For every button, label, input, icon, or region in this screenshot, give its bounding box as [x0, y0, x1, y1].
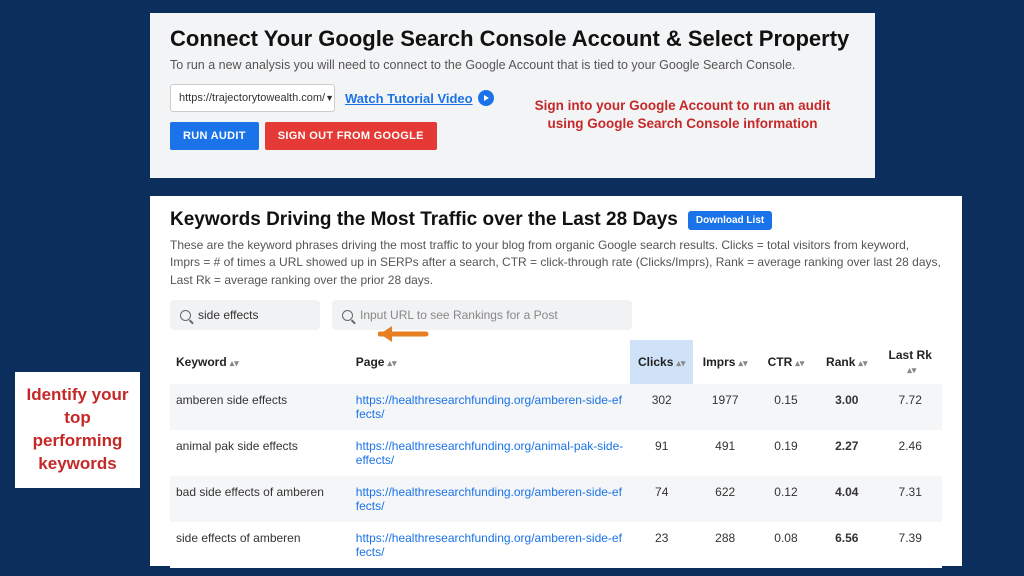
col-keyword[interactable]: Keyword▴▾ — [170, 340, 350, 384]
cell-keyword: bad side effects of amberen — [170, 476, 350, 522]
cell-lastrk: 7.39 — [878, 522, 942, 568]
sort-icon: ▴▾ — [676, 361, 685, 366]
download-list-button[interactable]: Download List — [688, 211, 772, 230]
url-search-placeholder: Input URL to see Rankings for a Post — [360, 308, 558, 322]
cell-imprs: 622 — [693, 476, 756, 522]
sort-icon: ▴▾ — [858, 361, 867, 366]
sort-icon: ▴▾ — [387, 361, 396, 366]
cell-keyword: animal pak side effects — [170, 430, 350, 476]
keywords-panel: Keywords Driving the Most Traffic over t… — [150, 196, 962, 566]
page-link[interactable]: https://healthresearchfunding.org/ambere… — [356, 485, 622, 513]
signin-note: Sign into your Google Account to run an … — [520, 97, 845, 133]
cell-imprs: 288 — [693, 522, 756, 568]
cell-ctr: 0.19 — [757, 430, 815, 476]
search-icon — [180, 310, 191, 321]
play-icon — [478, 90, 494, 106]
cell-clicks: 23 — [630, 522, 693, 568]
property-value: https://trajectorytowealth.com/ — [179, 92, 325, 104]
cell-page: https://healthresearchfunding.org/ambere… — [350, 476, 630, 522]
cell-keyword: amberen side effects — [170, 384, 350, 430]
caret-down-icon: ▼ — [325, 93, 334, 103]
page-link[interactable]: https://healthresearchfunding.org/ambere… — [356, 393, 622, 421]
page-link[interactable]: https://healthresearchfunding.org/animal… — [356, 439, 623, 467]
keywords-table: Keyword▴▾ Page▴▾ Clicks▴▾ Imprs▴▾ CTR▴▾ … — [170, 340, 942, 568]
sort-icon: ▴▾ — [230, 361, 239, 366]
property-select[interactable]: https://trajectorytowealth.com/ ▼ — [170, 84, 335, 112]
cell-lastrk: 7.72 — [878, 384, 942, 430]
cell-ctr: 0.15 — [757, 384, 815, 430]
cell-clicks: 302 — [630, 384, 693, 430]
table-row: animal pak side effects https://healthre… — [170, 430, 942, 476]
sort-icon: ▴▾ — [907, 368, 916, 373]
col-clicks[interactable]: Clicks▴▾ — [630, 340, 693, 384]
search-row: side effects Input URL to see Rankings f… — [170, 300, 942, 330]
cell-rank: 6.56 — [815, 522, 878, 568]
cell-keyword: side effects of amberen — [170, 522, 350, 568]
cell-rank: 2.27 — [815, 430, 878, 476]
cell-rank: 4.04 — [815, 476, 878, 522]
sort-icon: ▴▾ — [795, 361, 804, 366]
cell-clicks: 91 — [630, 430, 693, 476]
cell-page: https://healthresearchfunding.org/animal… — [350, 430, 630, 476]
table-row: amberen side effects https://healthresea… — [170, 384, 942, 430]
cell-lastrk: 2.46 — [878, 430, 942, 476]
page-link[interactable]: https://healthresearchfunding.org/ambere… — [356, 531, 622, 559]
cell-lastrk: 7.31 — [878, 476, 942, 522]
cell-imprs: 491 — [693, 430, 756, 476]
keywords-title: Keywords Driving the Most Traffic over t… — [170, 209, 678, 231]
tutorial-link[interactable]: Watch Tutorial Video — [345, 90, 494, 106]
col-imprs[interactable]: Imprs▴▾ — [693, 340, 756, 384]
cell-ctr: 0.08 — [757, 522, 815, 568]
cell-page: https://healthresearchfunding.org/ambere… — [350, 384, 630, 430]
cell-rank: 3.00 — [815, 384, 878, 430]
col-rank[interactable]: Rank▴▾ — [815, 340, 878, 384]
tutorial-link-text: Watch Tutorial Video — [345, 91, 473, 106]
connect-panel: Connect Your Google Search Console Accou… — [150, 13, 875, 178]
run-audit-button[interactable]: RUN AUDIT — [170, 122, 259, 150]
col-lastrk[interactable]: Last Rk▴▾ — [878, 340, 942, 384]
keywords-description: These are the keyword phrases driving th… — [170, 237, 942, 289]
col-page[interactable]: Page▴▾ — [350, 340, 630, 384]
cell-clicks: 74 — [630, 476, 693, 522]
connect-subtitle: To run a new analysis you will need to c… — [170, 58, 855, 72]
table-row: bad side effects of amberen https://heal… — [170, 476, 942, 522]
table-row: side effects of amberen https://healthre… — [170, 522, 942, 568]
keyword-search-input[interactable]: side effects — [170, 300, 320, 330]
cell-imprs: 1977 — [693, 384, 756, 430]
cell-page: https://healthresearchfunding.org/ambere… — [350, 522, 630, 568]
cell-ctr: 0.12 — [757, 476, 815, 522]
search-icon — [342, 310, 353, 321]
sort-icon: ▴▾ — [738, 361, 747, 366]
url-search-input[interactable]: Input URL to see Rankings for a Post — [332, 300, 632, 330]
sign-out-button[interactable]: SIGN OUT FROM GOOGLE — [265, 122, 437, 150]
col-ctr[interactable]: CTR▴▾ — [757, 340, 815, 384]
keywords-header-row: Keywords Driving the Most Traffic over t… — [170, 209, 942, 231]
callout-annotation: Identify your top performing keywords — [15, 372, 140, 488]
keyword-search-value: side effects — [198, 308, 258, 322]
connect-title: Connect Your Google Search Console Accou… — [170, 26, 855, 52]
